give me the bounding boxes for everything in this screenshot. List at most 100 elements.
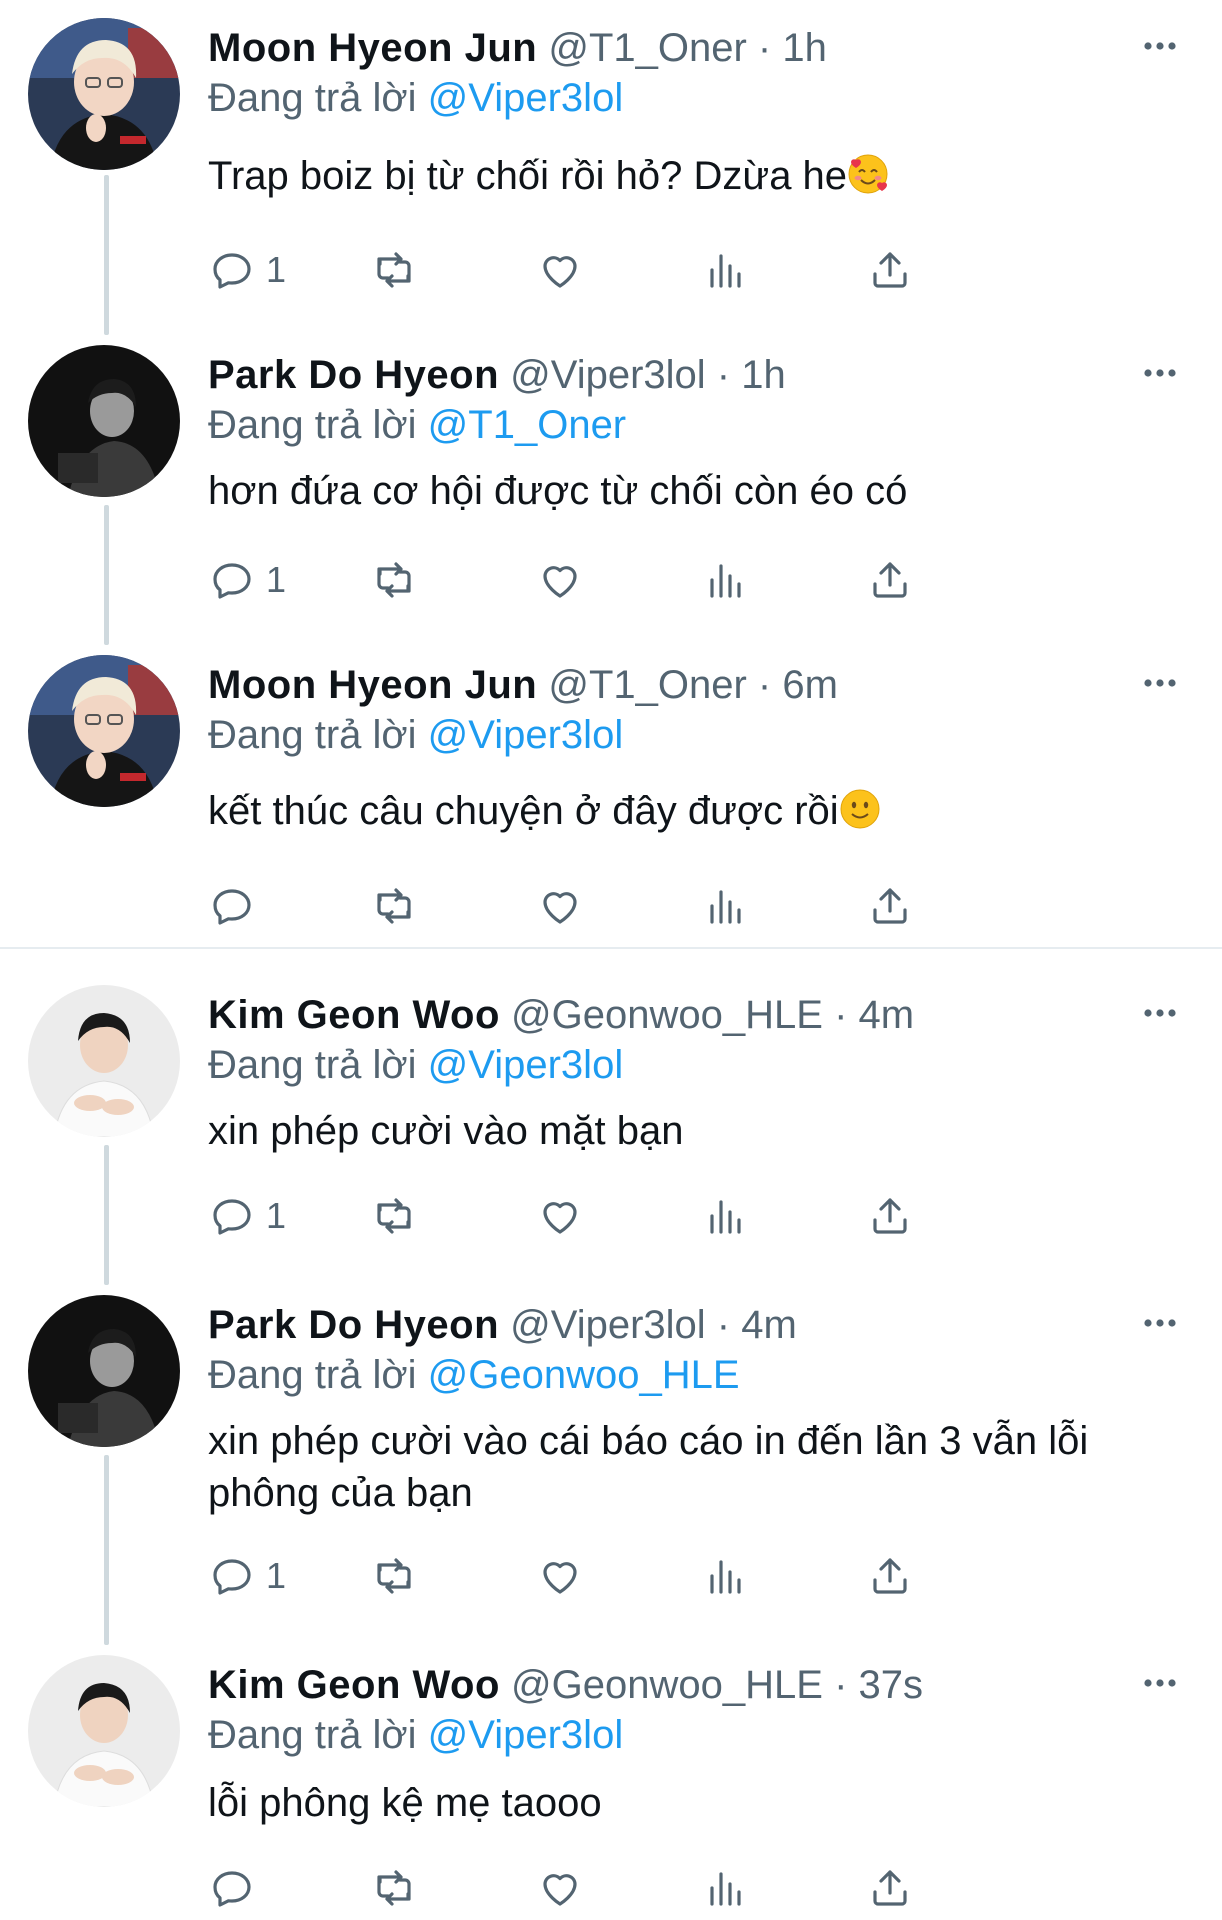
like-icon bbox=[543, 256, 577, 288]
tweet-text: kết thúc câu chuyện ở đây được rồi bbox=[208, 785, 1168, 837]
geonwoo-avatar[interactable] bbox=[28, 985, 180, 1137]
replying-to-label: Đang trả lời bbox=[208, 1353, 417, 1397]
author-handle[interactable]: @Geonwoo_HLE bbox=[511, 1663, 823, 1707]
more-icon[interactable] bbox=[1140, 353, 1180, 393]
oner-avatar[interactable] bbox=[28, 655, 180, 807]
tweet-timestamp[interactable]: 6m bbox=[782, 663, 838, 707]
author-handle[interactable]: @T1_Oner bbox=[548, 663, 746, 707]
views-button[interactable] bbox=[702, 552, 750, 608]
author-name[interactable]: Moon Hyeon Jun bbox=[208, 663, 537, 707]
mention-link[interactable]: @Viper3lol bbox=[428, 1043, 624, 1087]
share-button[interactable] bbox=[866, 1860, 914, 1916]
more-icon[interactable] bbox=[1140, 1663, 1180, 1703]
tweet-text-content: hơn đứa cơ hội được từ chối còn éo có bbox=[208, 469, 908, 513]
tweet-text-content: lỗi phông kệ mẹ taooo bbox=[208, 1781, 602, 1825]
reply-thread: Moon Hyeon Jun @T1_Oner · 1h Đang trả lời… bbox=[0, 0, 1222, 1920]
like-button[interactable] bbox=[536, 242, 584, 298]
share-icon bbox=[873, 252, 907, 288]
author-name[interactable]: Park Do Hyeon bbox=[208, 1303, 499, 1347]
tweet-text-content: kết thúc câu chuyện ở đây được rồi bbox=[208, 789, 839, 833]
retweet-button[interactable] bbox=[370, 242, 418, 298]
share-button[interactable] bbox=[866, 1188, 914, 1244]
author-handle[interactable]: @Viper3lol bbox=[510, 353, 706, 397]
oner-avatar[interactable] bbox=[28, 18, 180, 170]
separator-dot: · bbox=[746, 663, 783, 707]
share-button[interactable] bbox=[866, 1548, 914, 1604]
replying-to-label: Đang trả lời bbox=[208, 713, 417, 757]
retweet-button[interactable] bbox=[370, 878, 418, 934]
like-button[interactable] bbox=[536, 878, 584, 934]
views-icon bbox=[710, 890, 741, 924]
views-button[interactable] bbox=[702, 1548, 750, 1604]
mention-link[interactable]: @Geonwoo_HLE bbox=[428, 1353, 740, 1397]
mention-link[interactable]: @Viper3lol bbox=[428, 76, 624, 120]
tweet-timestamp[interactable]: 4m bbox=[741, 1303, 797, 1347]
mention-link[interactable]: @T1_Oner bbox=[428, 403, 626, 447]
share-icon bbox=[873, 888, 907, 924]
reply-button[interactable] bbox=[208, 1860, 266, 1916]
thread-connector-line bbox=[104, 1455, 109, 1645]
retweet-icon bbox=[377, 562, 411, 598]
reply-button[interactable]: 1 bbox=[208, 1188, 286, 1244]
author-name[interactable]: Kim Geon Woo bbox=[208, 993, 500, 1037]
mention-link[interactable]: @Viper3lol bbox=[428, 1713, 624, 1757]
retweet-button[interactable] bbox=[370, 552, 418, 608]
like-button[interactable] bbox=[536, 1860, 584, 1916]
replying-to: Đang trả lời @Viper3lol bbox=[208, 1707, 623, 1763]
tweet-timestamp[interactable]: 1h bbox=[782, 26, 827, 70]
author-name[interactable]: Moon Hyeon Jun bbox=[208, 26, 537, 70]
like-icon bbox=[543, 892, 577, 924]
tweet-timestamp[interactable]: 1h bbox=[741, 353, 786, 397]
geonwoo-avatar[interactable] bbox=[28, 1655, 180, 1807]
reply-icon bbox=[213, 563, 251, 599]
author-name[interactable]: Kim Geon Woo bbox=[208, 1663, 500, 1707]
reply-button[interactable]: 1 bbox=[208, 552, 286, 608]
share-icon bbox=[873, 1870, 907, 1906]
like-icon bbox=[543, 566, 577, 598]
views-icon bbox=[710, 564, 741, 598]
author-name[interactable]: Park Do Hyeon bbox=[208, 353, 499, 397]
share-button[interactable] bbox=[866, 242, 914, 298]
share-button[interactable] bbox=[866, 878, 914, 934]
tweet-text-content: xin phép cười vào mặt bạn bbox=[208, 1109, 684, 1153]
retweet-button[interactable] bbox=[370, 1548, 418, 1604]
viper-avatar[interactable] bbox=[28, 1295, 180, 1447]
retweet-button[interactable] bbox=[370, 1860, 418, 1916]
replying-to: Đang trả lời @Viper3lol bbox=[208, 707, 623, 763]
replying-to: Đang trả lời @Viper3lol bbox=[208, 70, 623, 126]
conversation-separator bbox=[0, 947, 1222, 949]
share-button[interactable] bbox=[866, 552, 914, 608]
views-button[interactable] bbox=[702, 1860, 750, 1916]
tweet-header: Park Do Hyeon @Viper3lol · 4m bbox=[208, 1295, 797, 1355]
more-icon[interactable] bbox=[1140, 1303, 1180, 1343]
reply-button[interactable]: 1 bbox=[208, 242, 286, 298]
tweet-actions: 1 bbox=[208, 1188, 1108, 1244]
like-button[interactable] bbox=[536, 552, 584, 608]
reply-button[interactable] bbox=[208, 878, 266, 934]
like-button[interactable] bbox=[536, 1548, 584, 1604]
views-button[interactable] bbox=[702, 242, 750, 298]
more-icon[interactable] bbox=[1140, 663, 1180, 703]
author-handle[interactable]: @T1_Oner bbox=[548, 26, 746, 70]
share-icon bbox=[873, 562, 907, 598]
like-button[interactable] bbox=[536, 1188, 584, 1244]
retweet-button[interactable] bbox=[370, 1188, 418, 1244]
tweet-header: Moon Hyeon Jun @T1_Oner · 6m bbox=[208, 655, 838, 715]
tweet-timestamp[interactable]: 4m bbox=[859, 993, 915, 1037]
tweet-text: Trap boiz bị từ chối rồi hỏ? Dzừa he bbox=[208, 150, 1168, 202]
author-handle[interactable]: @Viper3lol bbox=[510, 1303, 706, 1347]
tweet-timestamp[interactable]: 37s bbox=[859, 1663, 924, 1707]
views-button[interactable] bbox=[702, 1188, 750, 1244]
mention-link[interactable]: @Viper3lol bbox=[428, 713, 624, 757]
author-handle[interactable]: @Geonwoo_HLE bbox=[511, 993, 823, 1037]
views-button[interactable] bbox=[702, 878, 750, 934]
retweet-icon bbox=[377, 1558, 411, 1594]
reply-icon bbox=[213, 1559, 251, 1595]
tweet-header: Kim Geon Woo @Geonwoo_HLE · 37s bbox=[208, 1655, 923, 1715]
retweet-icon bbox=[377, 1870, 411, 1906]
reply-button[interactable]: 1 bbox=[208, 1548, 286, 1604]
separator-dot: · bbox=[746, 26, 783, 70]
viper-avatar[interactable] bbox=[28, 345, 180, 497]
more-icon[interactable] bbox=[1140, 26, 1180, 66]
more-icon[interactable] bbox=[1140, 993, 1180, 1033]
